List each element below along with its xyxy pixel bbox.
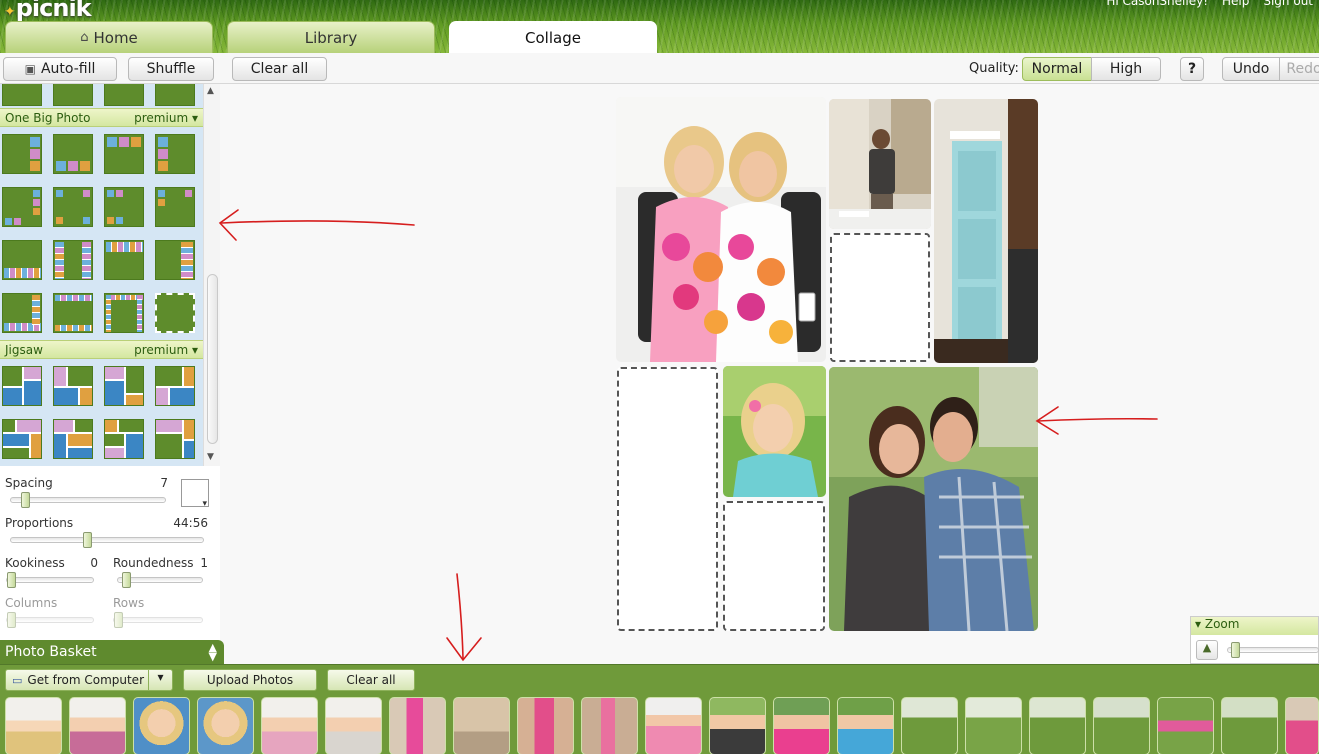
annotation-arrows: [218, 209, 1158, 662]
annotation-arrow-left: [221, 220, 415, 226]
annotation-arrow-down: [456, 573, 464, 659]
annotation-arrow-right: [1037, 417, 1158, 422]
app-window: ✦picnik Hi CasonShelley! Help Sign out ⌂…: [0, 0, 1319, 754]
